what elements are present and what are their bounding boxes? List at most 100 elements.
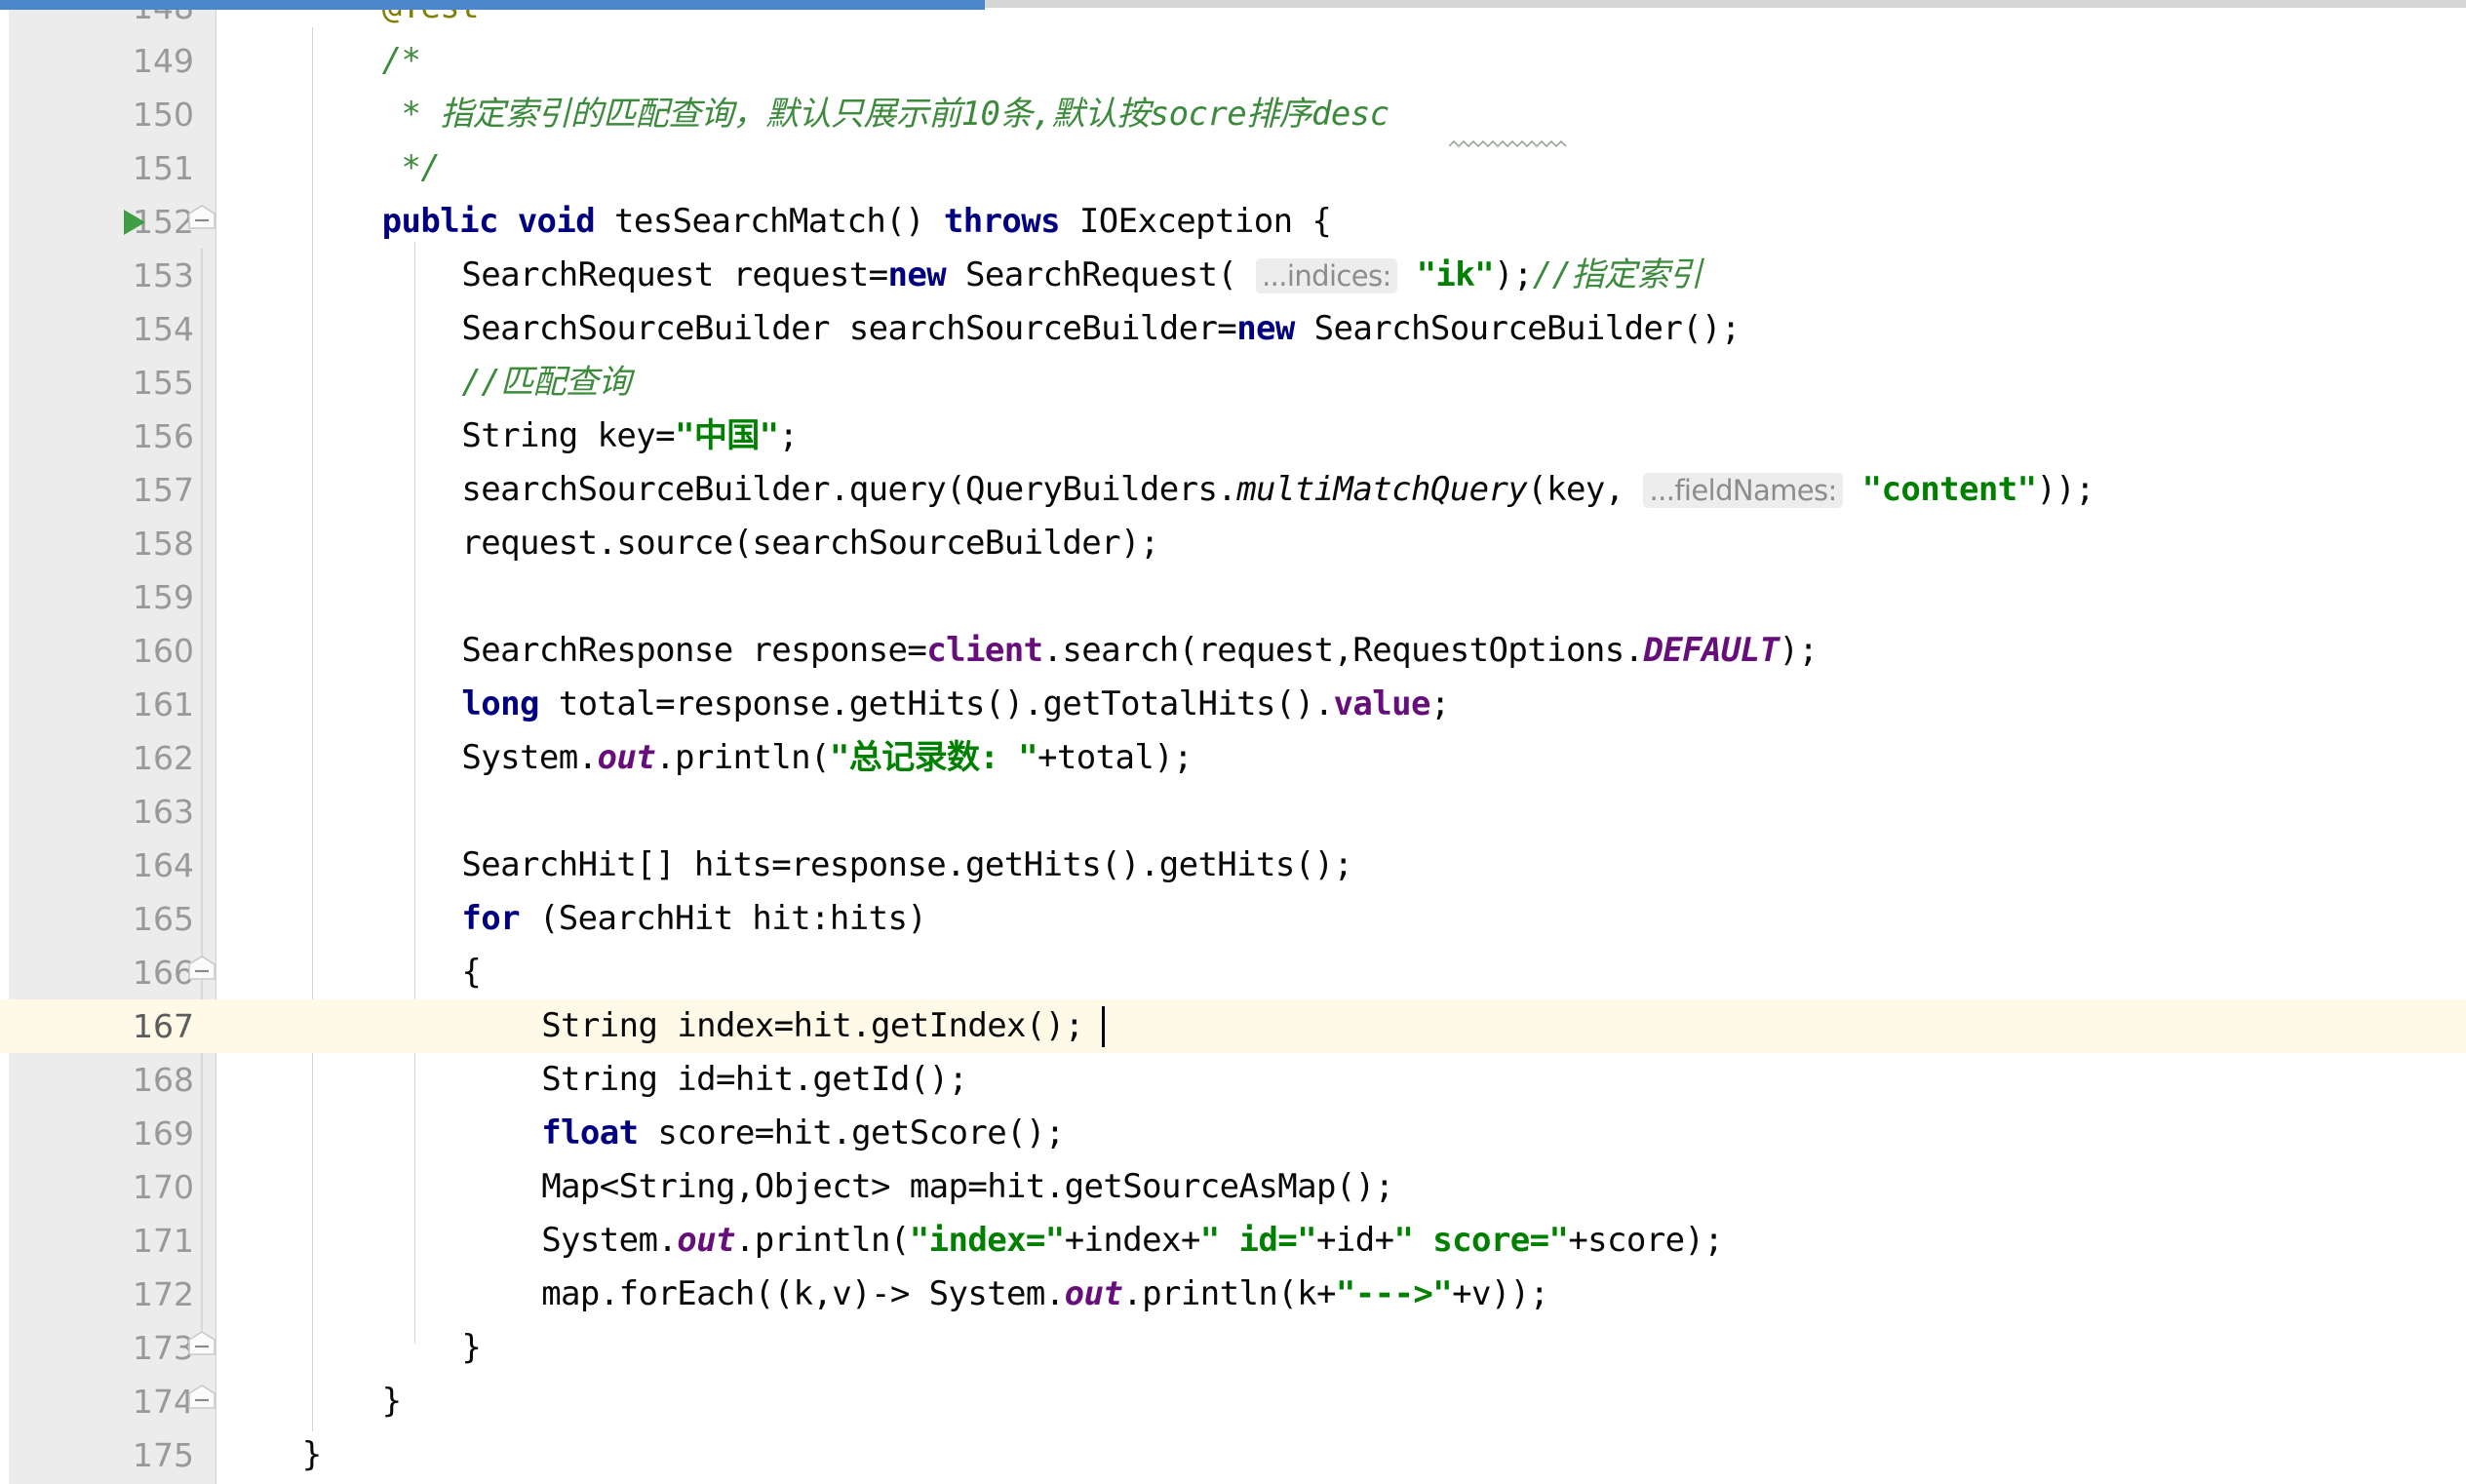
line-number: 174 [133,1383,194,1421]
code-token: searchSourceBuilder.query(QueryBuilders. [461,470,1237,509]
code-line[interactable]: 161 long total=response.getHits().getTota… [0,678,2466,731]
code-line[interactable]: 158 request.source(searchSourceBuilder); [0,517,2466,570]
code-line[interactable]: 175} [0,1428,2466,1482]
code-line[interactable]: 153 SearchRequest request=new SearchReque… [0,249,2466,302]
code-line[interactable]: 174} [0,1375,2466,1428]
code-line-content: System.out.println("总记录数: "+total); [461,731,1193,785]
code-line-content: //匹配查询 [461,356,631,410]
code-line[interactable]: 162 System.out.println("总记录数: "+total); [0,731,2466,785]
code-line[interactable]: 154 SearchSourceBuilder searchSourceBuild… [0,302,2466,356]
code-editor[interactable]: 148 @Test 149/* 150 * 指定索引的匹配查询，默认只展示前10条,默… [0,0,2466,1484]
inlay-parameter-hint: ...fieldNames: [1643,473,1843,508]
code-line-content: map.forEach((k,v)-> System.out.println(k… [541,1268,1549,1321]
code-line[interactable]: 159 [0,570,2466,624]
code-line[interactable]: 149 /* [0,34,2466,88]
code-line-content: { [461,946,481,999]
code-line[interactable]: 164 SearchHit[] hits=response.getHits().g… [0,839,2466,892]
code-line[interactable]: 167 String index=hit.getIndex(); [0,999,2466,1053]
code-line[interactable]: 172 map.forEach((k,v)-> System.out.printl… [0,1268,2466,1321]
line-number: 157 [133,471,194,509]
code-line[interactable]: 157 searchSourceBuilder.query(QueryBuilde… [0,463,2466,517]
code-fold-icon[interactable] [185,205,218,240]
code-fold-icon[interactable] [185,956,218,991]
code-token: String index=hit.getIndex(); [541,1006,1084,1045]
code-line-content: request.source(searchSourceBuilder); [461,517,1159,570]
code-token: )); [2036,470,2095,509]
code-string: " id=" [1199,1221,1317,1260]
code-line[interactable]: 168 String id=hit.getId(); [0,1053,2466,1107]
typo-squiggle [1448,134,1568,148]
line-number: 160 [133,632,194,670]
code-line-content: /* [382,34,421,88]
code-token: { [461,953,482,992]
code-line[interactable]: 151 */ [0,141,2466,195]
line-number: 169 [133,1114,194,1152]
code-token: SearchSourceBuilder(); [1294,309,1742,348]
code-line[interactable]: 160 SearchResponse response=client.search… [0,624,2466,678]
line-number: 164 [133,846,194,884]
code-line[interactable]: 156 String key="中国"; [0,410,2466,463]
line-number: 167 [133,1007,194,1045]
code-line-content: for (SearchHit hit:hits) [461,892,926,946]
code-line[interactable]: 173} [0,1321,2466,1375]
line-number: 162 [133,739,194,777]
code-token: SearchHit[] hits=response.getHits().getH… [461,845,1353,884]
code-fold-icon[interactable] [185,1331,218,1366]
active-tab-accent-bar [0,0,985,10]
code-token: ); [1494,255,1533,294]
line-number: 172 [133,1275,194,1313]
code-line-content: String index=hit.getIndex(); [541,999,1084,1053]
code-fold-icon[interactable] [185,1385,218,1420]
line-number: 153 [133,256,194,294]
code-token: .println( [734,1221,910,1260]
code-line-content: } [302,1428,322,1482]
code-string: "ik" [1416,255,1495,294]
line-number: 175 [133,1436,194,1474]
code-token: ); [1779,631,1819,670]
code-text-layer[interactable]: 148 @Test 149/* 150 * 指定索引的匹配查询，默认只展示前10条,默… [0,0,2466,1484]
line-number: 161 [133,685,194,723]
code-line[interactable]: 165 for (SearchHit hit:hits) [0,892,2466,946]
line-number: 154 [133,310,194,348]
code-token: value [1333,684,1431,723]
code-token: IOException { [1060,202,1332,241]
code-line[interactable]: 171 System.out.println("index="+index+" i… [0,1214,2466,1268]
run-test-icon[interactable] [117,206,150,239]
code-keyword: new [887,255,947,294]
code-line[interactable]: 163 [0,785,2466,839]
code-line[interactable]: 150 * 指定索引的匹配查询，默认只展示前10条,默认按socre排序desc [0,88,2466,141]
code-token: SearchRequest request= [461,255,888,294]
code-keyword: public [381,202,499,241]
code-string: " score=" [1393,1221,1569,1260]
code-token: client [926,631,1043,670]
code-line[interactable]: 170 Map<String,Object> map=hit.getSourceA… [0,1160,2466,1214]
code-token: .println( [655,738,830,777]
code-token: SearchResponse response= [461,631,927,670]
code-token: +total); [1037,738,1194,777]
code-token: out [597,738,656,777]
line-number: 163 [133,793,194,831]
code-token: String key= [461,416,675,455]
code-string: "中国" [674,416,779,455]
code-token: System. [461,738,598,777]
code-token: } [301,1435,322,1474]
window-top-divider [985,0,2466,8]
line-number: 152 [133,203,194,241]
code-keyword: long [461,684,539,723]
line-number: 165 [133,900,194,938]
code-keyword: float [541,1113,639,1152]
code-line[interactable]: 152 public void tesSearchMatch() throws I… [0,195,2466,249]
code-line[interactable]: 169 float score=hit.getScore(); [0,1107,2466,1160]
code-line[interactable]: 155 //匹配查询 [0,356,2466,410]
line-number: 159 [133,578,194,616]
code-string: "总记录数: " [829,738,1038,777]
inlay-parameter-hint: ...indices: [1256,258,1397,293]
code-comment: //匹配查询 [461,363,631,402]
line-number: 168 [133,1061,194,1099]
code-keyword: new [1236,309,1295,348]
code-line-content: SearchResponse response=client.search(re… [461,624,1819,678]
code-line-content: SearchSourceBuilder searchSourceBuilder=… [461,302,1742,356]
code-line[interactable]: 166 { [0,946,2466,999]
